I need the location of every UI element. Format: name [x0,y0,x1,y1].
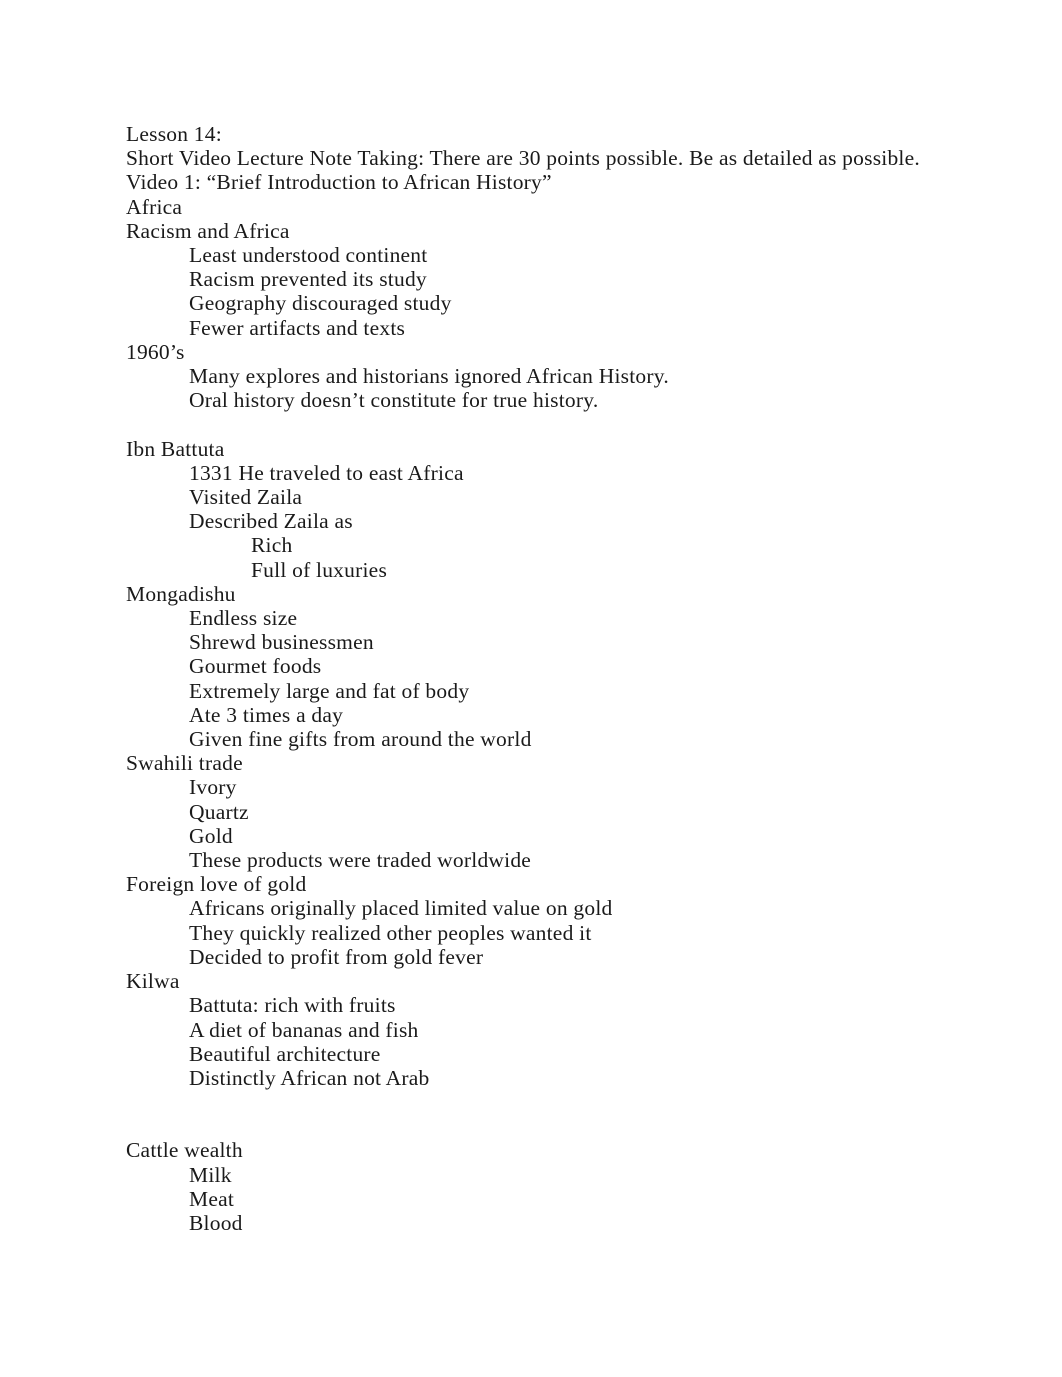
note-line: Lesson 14: [126,122,222,146]
note-line: Decided to profit from gold fever [189,944,484,969]
note-line: Foreign love of gold [126,872,307,897]
document-page: Lesson 14: Short Video Lecture Note Takin… [0,0,1062,1377]
note-line: Oral history doesn’t constitute for true… [189,388,599,413]
note-line: Africans originally placed limited value… [189,896,613,921]
note-line: Shrewd businessmen [189,630,374,655]
note-line: These products were traded worldwide [189,848,532,873]
note-line: Short Video Lecture Note Taking: There a… [126,146,920,171]
note-line: Visited Zaila [189,485,303,510]
note-line: Beautiful architecture [189,1041,381,1066]
note-line: Full of luxuries [251,557,388,582]
note-line: They quickly realized other peoples want… [189,920,592,945]
note-line: Rich [251,533,293,558]
note-line: Geography discouraged study [189,291,452,316]
note-line: Many explores and historians ignored Afr… [189,364,669,389]
note-line: Endless size [189,606,298,631]
note-line: 1960’s [126,339,185,364]
note-line: Described Zaila as [189,509,353,534]
note-line: Least understood continent [189,243,428,268]
note-line: Swahili trade [126,751,243,776]
note-line: A diet of bananas and fish [189,1017,419,1042]
note-line: Given fine gifts from around the world [189,727,532,752]
note-line: Extremely large and fat of body [189,678,470,703]
note-line: Racism and Africa [126,218,290,243]
note-line: Battuta: rich with fruits [189,993,396,1018]
note-line: Ate 3 times a day [189,702,344,727]
note-line: Distinctly African not Arab [189,1065,430,1090]
document-text-body[interactable]: Lesson 14: Short Video Lecture Note Takin… [126,122,946,1235]
note-line: Racism prevented its study [189,267,427,292]
note-line: Quartz [189,799,249,824]
note-line: Ibn Battuta [126,436,225,461]
note-line: 1331 He traveled to east Africa [189,460,464,485]
note-line: Meat [189,1186,235,1211]
note-line: Cattle wealth [126,1138,243,1163]
note-line: Ivory [189,775,237,800]
note-line: Gold [189,823,233,848]
note-line: Gourmet foods [189,654,322,679]
note-line: Blood [189,1211,243,1236]
note-line: Video 1: “Brief Introduction to African … [126,170,552,195]
note-line: Milk [189,1162,232,1187]
note-line: Africa [126,194,183,219]
note-line: Fewer artifacts and texts [189,315,406,340]
note-line: Mongadishu [126,581,236,606]
note-line: Kilwa [126,969,180,994]
